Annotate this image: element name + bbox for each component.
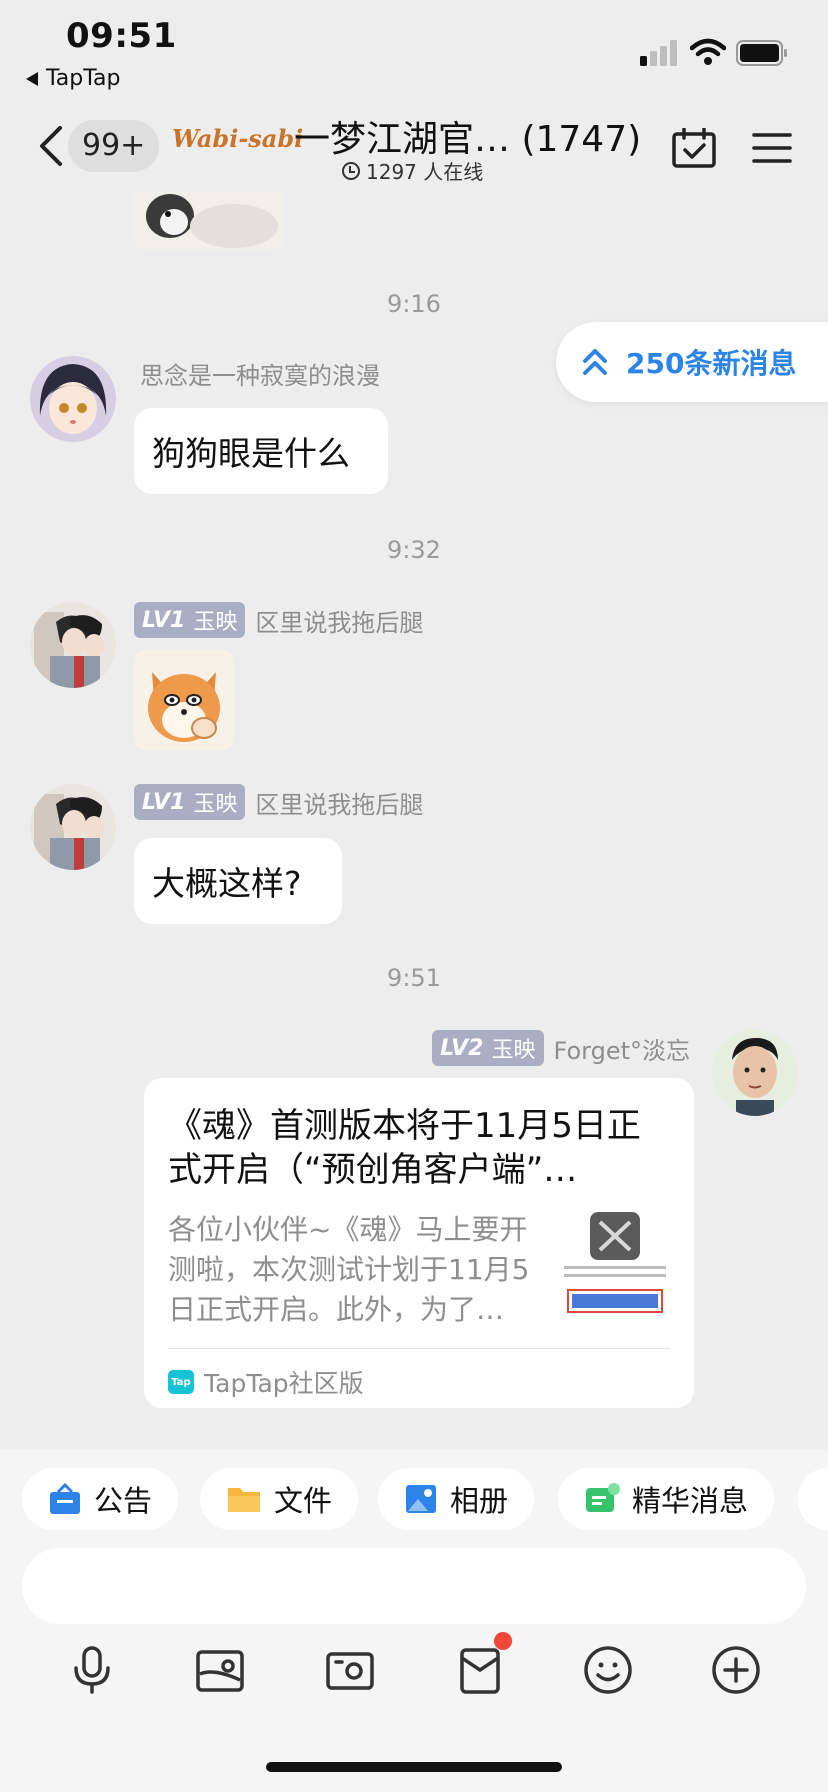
share-card-source-name: TapTap社区版 (204, 1369, 364, 1398)
online-count-text: 1297 人在线 (366, 160, 484, 184)
new-messages-label: 250条新消息 (626, 347, 797, 380)
sender-info: LV1 玉映 区里说我拖后腿 (134, 784, 423, 820)
share-card-divider (168, 1348, 670, 1349)
share-card-description: 各位小伙伴~《魂》马上要开测啦，本次测试计划于11月5日正式开启。此外，为了… (168, 1213, 530, 1326)
message-text: 狗狗眼是什么 (152, 434, 350, 473)
online-count: 1297 人在线 (342, 156, 483, 185)
sender-nickname: 区里说我拖后腿 (255, 608, 424, 637)
red-packet-icon[interactable] (454, 1644, 506, 1696)
level-value: LV1 (142, 607, 186, 633)
double-chevron-up-icon (583, 349, 607, 375)
sender-nickname: Forget°淡忘 (553, 1036, 691, 1065)
camera-icon[interactable] (324, 1644, 376, 1696)
message-input[interactable] (22, 1548, 806, 1624)
avatar[interactable] (712, 1030, 798, 1116)
back-to-app-link[interactable]: TapTap (26, 66, 121, 91)
essence-icon (586, 1483, 620, 1512)
share-card-source: Tap TapTap社区版 (168, 1364, 364, 1400)
chip-announcement[interactable]: 公告 (22, 1468, 179, 1530)
chip-album[interactable]: 相册 (378, 1468, 535, 1530)
level-value: LV2 (440, 1035, 484, 1061)
avatar[interactable] (30, 602, 116, 688)
chip-essence[interactable]: 精华消息 (558, 1468, 775, 1530)
unread-count-badge[interactable]: 99+ (68, 120, 160, 172)
level-title: 玉映 (193, 792, 238, 817)
level-title: 玉映 (491, 1038, 536, 1063)
level-badge: LV1 玉映 (134, 602, 246, 638)
folder-icon (228, 1488, 260, 1512)
taptap-logo-icon: Tap (168, 1370, 194, 1394)
status-time: 09:51 (66, 16, 177, 56)
chip-label: 公告 (94, 1484, 153, 1518)
message-bubble[interactable]: 大概这样? (134, 838, 342, 924)
notification-dot (494, 1632, 512, 1650)
message-timestamp: 9:51 (387, 964, 441, 992)
avatar[interactable] (30, 784, 116, 870)
home-indicator (266, 1762, 562, 1772)
sender-info: LV1 玉映 区里说我拖后腿 (134, 602, 423, 638)
battery-icon (736, 40, 787, 66)
group-brand-logo: Wabi-sabi (172, 124, 304, 153)
message-text: 大概这样? (152, 864, 302, 903)
plus-icon[interactable] (710, 1644, 762, 1696)
new-messages-button[interactable]: 250条新消息 (556, 322, 828, 402)
share-card[interactable]: 《魂》首测版本将于11月5日正式开启（“预创角客户端”… 各位小伙伴~《魂》马上… (144, 1078, 694, 1408)
level-title: 玉映 (193, 610, 238, 635)
chip-label: 精华消息 (632, 1484, 749, 1518)
wifi-icon (690, 38, 726, 65)
album-icon (406, 1485, 436, 1513)
level-value: LV1 (142, 789, 186, 815)
avatar[interactable] (30, 356, 116, 442)
image-icon[interactable] (194, 1644, 246, 1696)
share-card-title: 《魂》首测版本将于11月5日正式开启（“预创角客户端”… (168, 1106, 641, 1190)
sender-nickname: 区里说我拖后腿 (255, 790, 424, 819)
message-timestamp: 9:16 (387, 290, 441, 318)
level-badge: LV2 玉映 (432, 1030, 544, 1066)
level-badge: LV1 玉映 (134, 784, 246, 820)
sticker-image[interactable] (134, 192, 284, 250)
announcement-icon (50, 1482, 80, 1514)
chip-label: 文件 (274, 1484, 333, 1518)
chip-files[interactable]: 文件 (200, 1468, 359, 1530)
clock-icon (342, 161, 360, 180)
sender-nickname: 思念是一种寂寞的浪漫 (140, 362, 380, 390)
sticker-image[interactable] (134, 650, 234, 750)
microphone-icon[interactable] (66, 1644, 118, 1696)
group-title[interactable]: 一梦江湖官… (1747) (294, 110, 641, 162)
cellular-signal-icon (640, 40, 677, 66)
menu-icon[interactable] (752, 132, 792, 164)
calendar-check-icon[interactable] (672, 128, 716, 168)
emoji-icon[interactable] (582, 1644, 634, 1696)
sender-info: LV2 玉映 Forget°淡忘 (432, 1030, 690, 1066)
back-triangle-icon (26, 71, 38, 86)
back-app-label: TapTap (46, 66, 121, 91)
sender-name: 思念是一种寂寞的浪漫 (140, 356, 380, 391)
share-card-thumbnail (560, 1208, 670, 1320)
back-chevron-icon[interactable] (36, 124, 66, 168)
message-bubble[interactable]: 狗狗眼是什么 (134, 408, 388, 494)
chip-label: 相册 (450, 1484, 509, 1518)
message-timestamp: 9:32 (387, 536, 441, 564)
